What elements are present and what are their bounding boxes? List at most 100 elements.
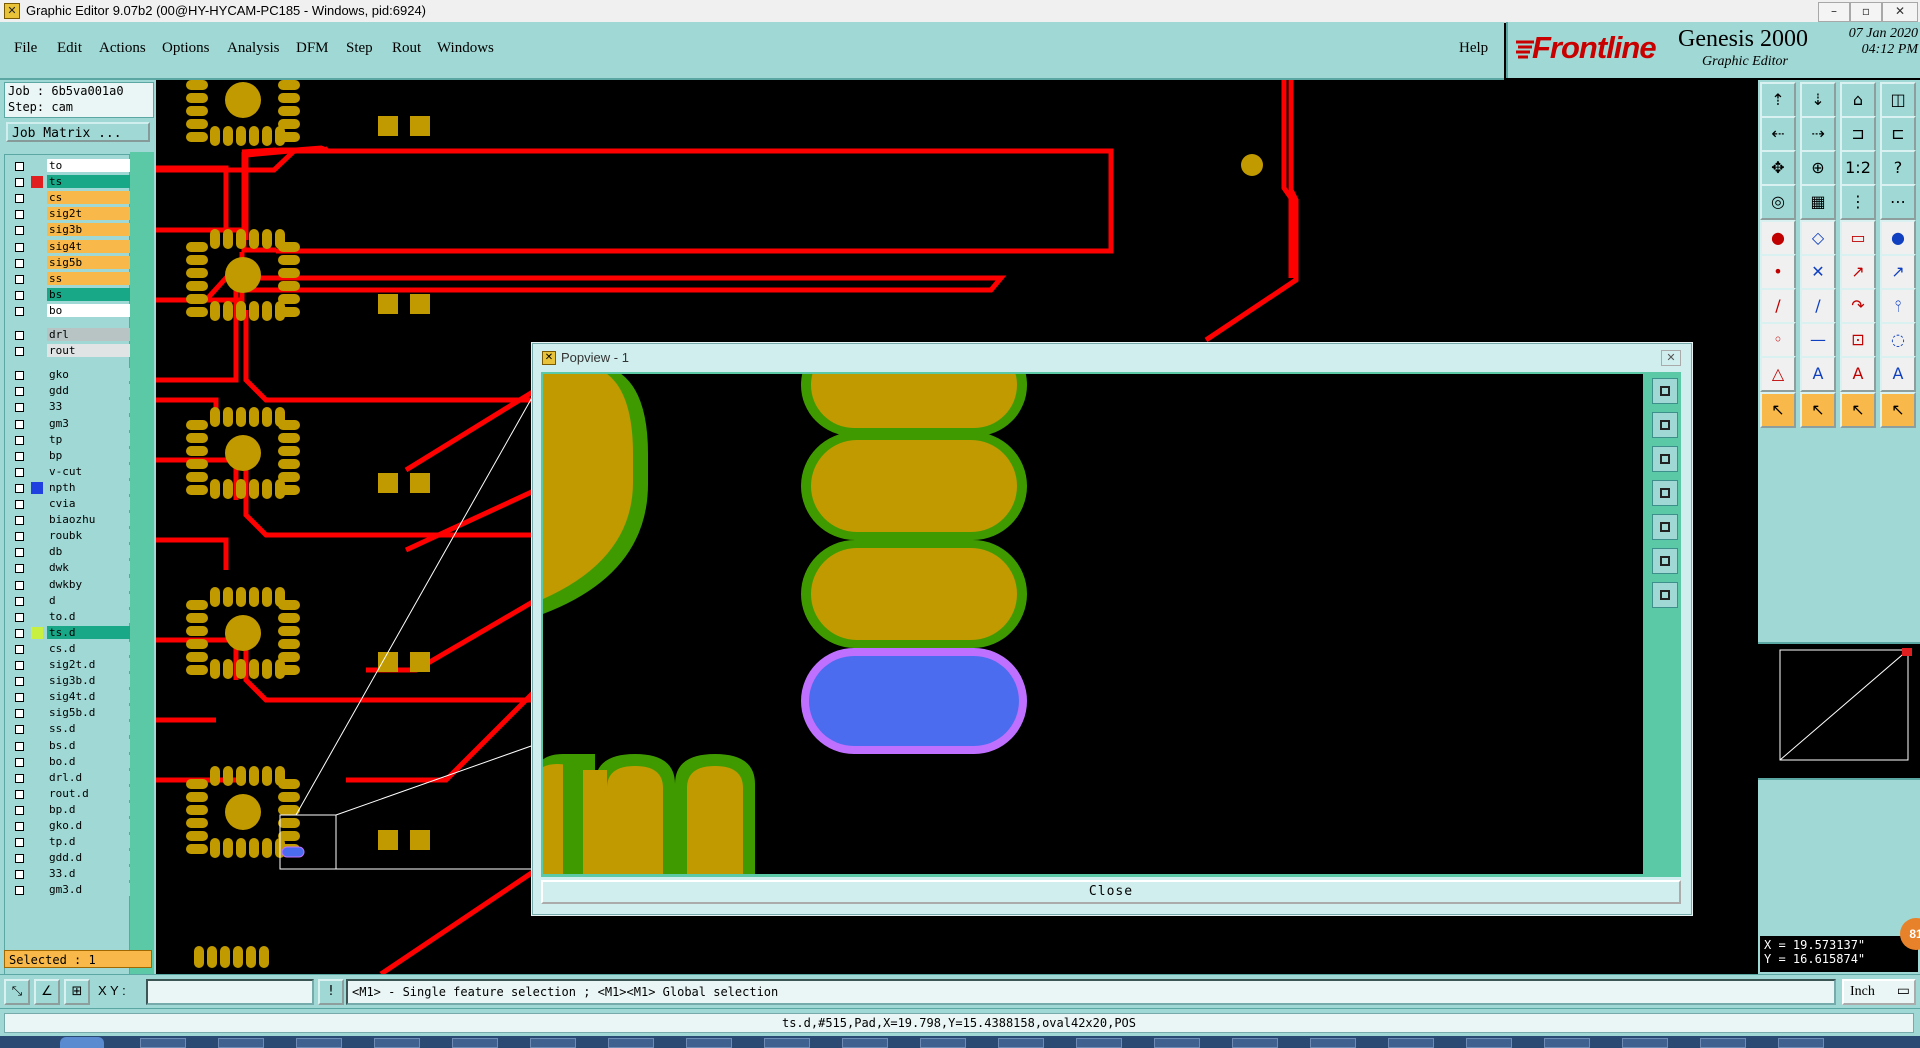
layer-name[interactable]: bs — [47, 287, 133, 301]
layer-checkbox[interactable] — [15, 661, 24, 670]
layer-name[interactable]: bs.d — [47, 738, 133, 752]
popview-pan-left-button[interactable] — [1652, 480, 1678, 506]
start-button[interactable] — [60, 1037, 104, 1048]
popview-fit-button[interactable] — [1652, 582, 1678, 608]
line-point-icon[interactable]: ↗ — [1880, 254, 1916, 290]
layer-row[interactable]: drl.d — [11, 770, 133, 785]
layer-checkbox[interactable] — [15, 516, 24, 526]
taskbar-item[interactable] — [1544, 1038, 1590, 1048]
layer-row[interactable]: bp — [11, 448, 133, 463]
grid-mode-icon[interactable]: ⊞ — [64, 979, 90, 1005]
layer-checkbox[interactable] — [15, 886, 24, 896]
home-icon[interactable]: ⌂ — [1840, 82, 1876, 118]
popview-title-bar[interactable]: ✕ Popview - 1 ✕ — [533, 344, 1691, 370]
layer-row[interactable]: v-cut — [11, 464, 133, 479]
taskbar-item[interactable] — [1700, 1038, 1746, 1048]
hole-icon[interactable]: ● — [1880, 220, 1916, 256]
layer-row[interactable]: db — [11, 545, 133, 559]
layer-checkbox[interactable] — [15, 274, 24, 284]
text-c-icon[interactable]: A — [1880, 356, 1916, 392]
layer-name[interactable]: ts.d — [47, 625, 133, 639]
layer-row[interactable]: ss.d — [11, 722, 133, 736]
layer-checkbox[interactable] — [15, 596, 24, 606]
layer-checkbox[interactable] — [15, 773, 24, 783]
menu-options[interactable]: Options — [162, 40, 210, 57]
layer-checkbox[interactable] — [15, 628, 24, 638]
popview-close-button[interactable]: Close — [541, 880, 1681, 904]
layer-checkbox[interactable] — [15, 226, 24, 236]
job-matrix-button[interactable]: Job Matrix ... — [6, 122, 150, 142]
layer-row[interactable]: dwkby — [11, 577, 133, 592]
pad-icon[interactable]: ● — [1760, 220, 1796, 256]
layer-name[interactable]: gko.d — [47, 819, 133, 832]
layer-row[interactable]: ts — [11, 175, 133, 189]
popview-pan-down-button[interactable] — [1652, 446, 1678, 472]
taskbar-item[interactable] — [452, 1038, 498, 1048]
bracket-left-icon[interactable]: ⊏ — [1880, 116, 1916, 152]
layer-checkbox[interactable] — [15, 194, 24, 204]
layer-name[interactable]: sig2t.d — [47, 658, 133, 671]
layer-name[interactable]: tp.d — [47, 835, 133, 849]
layer-name[interactable]: ss — [47, 271, 133, 285]
menu-actions[interactable]: Actions — [99, 40, 146, 57]
layer-checkbox[interactable] — [15, 500, 24, 509]
layer-row[interactable]: drl — [11, 328, 133, 342]
layer-checkbox[interactable] — [15, 306, 24, 316]
snap-icon[interactable]: ⫯ — [1880, 288, 1916, 324]
layer-checkbox[interactable] — [15, 435, 24, 445]
edge-icon[interactable]: — — [1800, 322, 1836, 358]
layer-name[interactable]: bp.d — [47, 802, 133, 816]
triangle-icon[interactable]: △ — [1760, 356, 1796, 392]
zoom-out-icon[interactable]: ⇣ — [1800, 82, 1836, 118]
snap-mode-icon[interactable]: ⤡ — [4, 979, 30, 1005]
taskbar-item[interactable] — [140, 1038, 186, 1048]
layer-name[interactable]: sig2t — [47, 207, 133, 221]
layer-checkbox[interactable] — [15, 387, 24, 397]
layer-checkbox[interactable] — [15, 242, 24, 252]
layer-row[interactable]: gdd.d — [11, 851, 133, 865]
layer-colors-icon[interactable]: ⋮ — [1840, 184, 1876, 220]
layer-name[interactable]: dwk — [47, 561, 133, 575]
menu-analysis[interactable]: Analysis — [227, 40, 280, 57]
pad-add-icon[interactable]: ◦ — [1760, 322, 1796, 358]
zoom-in-icon[interactable]: ⇡ — [1760, 82, 1796, 118]
layer-checkbox[interactable] — [15, 725, 24, 735]
layer-row[interactable]: cs.d — [11, 641, 133, 656]
layer-name[interactable]: sig4t.d — [47, 690, 133, 704]
layer-checkbox[interactable] — [15, 548, 24, 558]
layer-lines-icon[interactable]: ⋯ — [1880, 184, 1916, 220]
layer-row[interactable]: bo.d — [11, 754, 133, 769]
layer-name[interactable]: rout — [47, 344, 133, 358]
layer-name[interactable]: sig3b.d — [47, 674, 133, 688]
step-repeat-icon[interactable]: ⊡ — [1840, 322, 1876, 358]
layer-name[interactable]: sig5b — [47, 255, 133, 269]
layer-name[interactable]: 33 — [47, 400, 133, 414]
node-icon[interactable]: • — [1760, 254, 1796, 290]
layer-row[interactable]: sig5b — [11, 255, 133, 270]
layer-name[interactable]: bo — [47, 303, 133, 317]
layer-checkbox[interactable] — [15, 612, 24, 622]
layer-checkbox[interactable] — [15, 347, 24, 357]
taskbar-item[interactable] — [920, 1038, 966, 1048]
layer-name[interactable]: npth — [47, 480, 133, 494]
scale-icon[interactable]: 1:2 — [1840, 150, 1876, 186]
menu-windows[interactable]: Windows — [437, 40, 494, 57]
layer-row[interactable]: gm3 — [11, 416, 133, 431]
layer-name[interactable]: ts — [47, 175, 133, 189]
fit-all-icon[interactable]: ✥ — [1760, 150, 1796, 186]
layer-checkbox[interactable] — [15, 870, 24, 880]
layer-row[interactable]: sig3b.d — [11, 674, 133, 688]
layer-checkbox[interactable] — [15, 564, 24, 574]
split-view-icon[interactable]: ◫ — [1880, 82, 1916, 118]
layer-row[interactable]: sig4t.d — [11, 690, 133, 704]
pan-left-icon[interactable]: ⇠ — [1760, 116, 1796, 152]
bracket-right-icon[interactable]: ⊐ — [1840, 116, 1876, 152]
select-move-icon[interactable]: ↖ — [1800, 392, 1836, 428]
layer-name[interactable]: 33.d — [47, 867, 133, 881]
layer-row[interactable]: 33.d — [11, 867, 133, 881]
taskbar-item[interactable] — [1310, 1038, 1356, 1048]
taskbar-item[interactable] — [1466, 1038, 1512, 1048]
taskbar-item[interactable] — [1622, 1038, 1668, 1048]
layer-row[interactable]: dwk — [11, 561, 133, 575]
layer-row[interactable]: cvia — [11, 497, 133, 511]
